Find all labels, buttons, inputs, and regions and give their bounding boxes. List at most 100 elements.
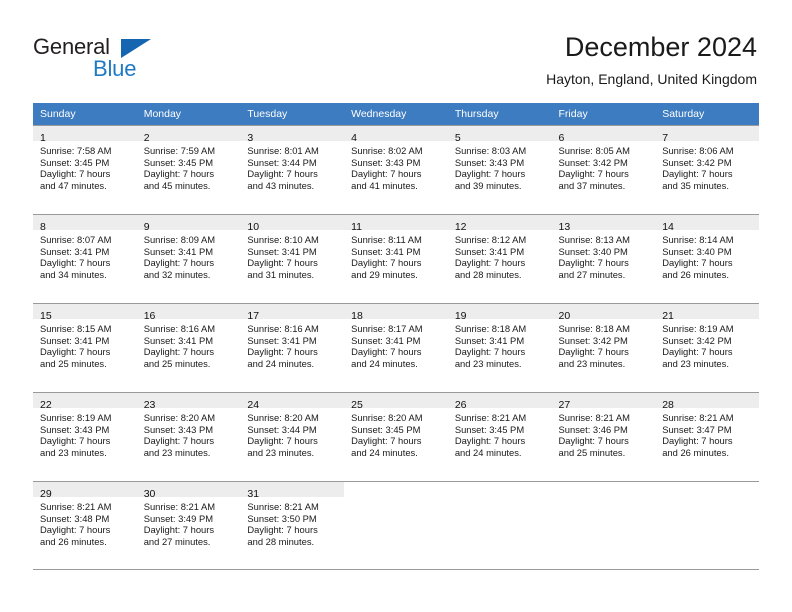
day-number: 23 [143,399,156,411]
calendar-day-cell[interactable]: 12 Sunrise: 8:12 AM Sunset: 3:41 PM Dayligh… [447,214,552,303]
calendar-day-cell[interactable]: 5 Sunrise: 8:03 AM Sunset: 3:43 PM Daylight… [447,125,552,214]
calendar-day-cell[interactable]: 1 Sunrise: 7:58 AM Sunset: 3:45 PM Daylight… [33,125,137,214]
calendar-day-cell[interactable]: 9 Sunrise: 8:09 AM Sunset: 3:41 PM Daylight… [136,214,241,303]
calendar-day-cell[interactable]: 27 Sunrise: 8:21 AM Sunset: 3:46 PM Dayligh… [551,392,656,481]
day-cell-inner: 7 Sunrise: 8:06 AM Sunset: 3:42 PM Daylight… [655,125,759,214]
day-cell-inner: 3 Sunrise: 8:01 AM Sunset: 3:44 PM Daylight… [240,125,345,214]
day-sun-info: Sunrise: 8:03 AM Sunset: 3:43 PM Daylight:… [448,141,552,191]
daylight-text-line1: Daylight: 7 hours [247,435,318,447]
day-number-bar: 8 [33,215,137,233]
calendar-page: General Blue December 2024 Hayton, Engla… [0,0,792,612]
daylight-text-line1: Daylight: 7 hours [558,435,629,447]
sunset-text: Sunset: 3:42 PM [558,334,628,346]
calendar-day-cell[interactable]: 28 Sunrise: 8:21 AM Sunset: 3:47 PM Dayligh… [655,392,759,481]
calendar-day-cell[interactable]: 26 Sunrise: 8:21 AM Sunset: 3:45 PM Dayligh… [447,392,552,481]
day-cell-inner [447,481,552,570]
daylight-text-line1: Daylight: 7 hours [454,435,526,447]
day-number: 21 [662,310,674,322]
calendar-day-cell[interactable]: 31 Sunrise: 8:21 AM Sunset: 3:50 PM Dayligh… [240,481,345,570]
day-sun-info: Sunrise: 8:21 AM Sunset: 3:46 PM Daylight:… [552,408,656,458]
sunset-text: Sunset: 3:44 PM [247,156,317,168]
daylight-text-line1: Daylight: 7 hours [351,346,422,358]
daylight-text-line1: Daylight: 7 hours [351,168,422,180]
day-number-bar: 19 [447,304,552,322]
sunset-text: Sunset: 3:42 PM [662,334,732,346]
day-cell-inner: 29 Sunrise: 8:21 AM Sunset: 3:48 PM Dayligh… [33,481,137,570]
daylight-text-line1: Daylight: 7 hours [40,346,111,358]
daylight-text-line2: and 23 minutes. [558,357,626,369]
calendar-day-cell[interactable]: 7 Sunrise: 8:06 AM Sunset: 3:42 PM Daylight… [655,125,759,214]
calendar-week-row: 15 Sunrise: 8:15 AM Sunset: 3:41 PM Dayligh… [33,303,759,392]
day-cell-inner: 1 Sunrise: 7:58 AM Sunset: 3:45 PM Daylight… [33,125,137,214]
day-sun-info: Sunrise: 8:20 AM Sunset: 3:44 PM Daylight:… [240,408,344,458]
daylight-text-line1: Daylight: 7 hours [662,257,733,269]
sunset-text: Sunset: 3:49 PM [143,512,214,524]
sunrise-text: Sunrise: 7:59 AM [143,145,216,156]
day-sun-info: Sunrise: 8:07 AM Sunset: 3:41 PM Daylight:… [33,230,137,280]
weekday-header-thursday: Thursday [447,103,552,125]
day-number: 26 [454,399,467,411]
calendar-day-cell[interactable]: 18 Sunrise: 8:17 AM Sunset: 3:41 PM Dayligh… [344,303,448,392]
calendar-day-cell[interactable]: 2 Sunrise: 7:59 AM Sunset: 3:45 PM Daylight… [136,125,241,214]
sunset-text: Sunset: 3:41 PM [454,245,525,257]
calendar-day-cell[interactable]: 29 Sunrise: 8:21 AM Sunset: 3:48 PM Dayligh… [33,481,137,570]
day-number-bar: 10 [240,215,345,233]
calendar-day-cell[interactable]: 16 Sunrise: 8:16 AM Sunset: 3:41 PM Dayligh… [136,303,241,392]
day-sun-info [655,497,759,501]
day-number: 31 [247,488,260,500]
calendar-day-cell[interactable]: 10 Sunrise: 8:10 AM Sunset: 3:41 PM Dayligh… [240,214,345,303]
daylight-text-line1: Daylight: 7 hours [454,168,526,180]
daylight-text-line1: Daylight: 7 hours [40,168,111,180]
calendar-day-cell[interactable]: 8 Sunrise: 8:07 AM Sunset: 3:41 PM Daylight… [33,214,137,303]
day-sun-info: Sunrise: 7:59 AM Sunset: 3:45 PM Daylight:… [137,141,241,191]
daylight-text-line2: and 24 minutes. [454,446,522,458]
day-sun-info: Sunrise: 8:21 AM Sunset: 3:47 PM Daylight:… [655,408,759,458]
calendar-day-cell[interactable]: 25 Sunrise: 8:20 AM Sunset: 3:45 PM Dayligh… [344,392,448,481]
day-number-bar: 22 [33,393,137,411]
daylight-text-line2: and 34 minutes. [40,268,107,280]
calendar-day-cell[interactable]: 14 Sunrise: 8:14 AM Sunset: 3:40 PM Dayligh… [655,214,759,303]
sunset-text: Sunset: 3:42 PM [558,156,628,168]
calendar-week-row: 29 Sunrise: 8:21 AM Sunset: 3:48 PM Dayligh… [33,481,759,570]
day-number: 7 [662,132,669,144]
day-sun-info: Sunrise: 8:10 AM Sunset: 3:41 PM Daylight:… [240,230,344,280]
day-number-bar [448,482,552,497]
day-number-bar: 12 [447,215,552,233]
calendar-day-cell[interactable]: 4 Sunrise: 8:02 AM Sunset: 3:43 PM Daylight… [344,125,448,214]
day-number-bar: 17 [240,304,345,322]
calendar-day-cell[interactable]: 24 Sunrise: 8:20 AM Sunset: 3:44 PM Dayligh… [240,392,345,481]
sunset-text: Sunset: 3:41 PM [454,334,525,346]
daylight-text-line2: and 24 minutes. [351,446,418,458]
calendar-day-cell[interactable]: 17 Sunrise: 8:16 AM Sunset: 3:41 PM Dayligh… [240,303,345,392]
calendar-day-cell[interactable]: 23 Sunrise: 8:20 AM Sunset: 3:43 PM Dayligh… [136,392,241,481]
daylight-text-line1: Daylight: 7 hours [558,168,629,180]
calendar-day-cell[interactable]: 22 Sunrise: 8:19 AM Sunset: 3:43 PM Dayligh… [33,392,137,481]
calendar-day-cell[interactable]: 15 Sunrise: 8:15 AM Sunset: 3:41 PM Dayligh… [33,303,137,392]
day-number-bar: 11 [344,215,448,233]
calendar-day-cell[interactable]: 20 Sunrise: 8:18 AM Sunset: 3:42 PM Dayligh… [551,303,656,392]
daylight-text-line2: and 27 minutes. [558,268,626,280]
day-number: 28 [662,399,674,411]
day-sun-info: Sunrise: 8:01 AM Sunset: 3:44 PM Daylight:… [240,141,344,191]
day-sun-info: Sunrise: 8:16 AM Sunset: 3:41 PM Daylight:… [240,319,344,369]
calendar-day-cell[interactable]: 30 Sunrise: 8:21 AM Sunset: 3:49 PM Dayligh… [136,481,241,570]
sunset-text: Sunset: 3:43 PM [351,156,421,168]
calendar-day-cell[interactable]: 11 Sunrise: 8:11 AM Sunset: 3:41 PM Dayligh… [344,214,448,303]
calendar-day-cell[interactable]: 13 Sunrise: 8:13 AM Sunset: 3:40 PM Dayligh… [551,214,656,303]
calendar-day-cell[interactable]: 21 Sunrise: 8:19 AM Sunset: 3:42 PM Dayligh… [655,303,759,392]
daylight-text-line1: Daylight: 7 hours [558,346,629,358]
day-cell-inner: 5 Sunrise: 8:03 AM Sunset: 3:43 PM Daylight… [447,125,552,214]
calendar-day-cell[interactable]: 19 Sunrise: 8:18 AM Sunset: 3:41 PM Dayligh… [447,303,552,392]
sunset-text: Sunset: 3:41 PM [143,245,214,257]
day-cell-inner: 31 Sunrise: 8:21 AM Sunset: 3:50 PM Dayligh… [240,481,345,570]
calendar-day-cell[interactable]: 6 Sunrise: 8:05 AM Sunset: 3:42 PM Daylight… [551,125,656,214]
daylight-text-line2: and 26 minutes. [662,446,729,458]
daylight-text-line1: Daylight: 7 hours [40,524,111,536]
calendar-day-cell[interactable]: 3 Sunrise: 8:01 AM Sunset: 3:44 PM Daylight… [240,125,345,214]
day-number-bar: 2 [136,126,241,144]
daylight-text-line2: and 39 minutes. [454,179,522,191]
daylight-text-line2: and 47 minutes. [40,179,107,191]
sunrise-text: Sunrise: 8:18 AM [454,323,527,334]
day-cell-inner: 26 Sunrise: 8:21 AM Sunset: 3:45 PM Dayligh… [447,392,552,481]
sunrise-text: Sunrise: 8:09 AM [143,234,216,245]
